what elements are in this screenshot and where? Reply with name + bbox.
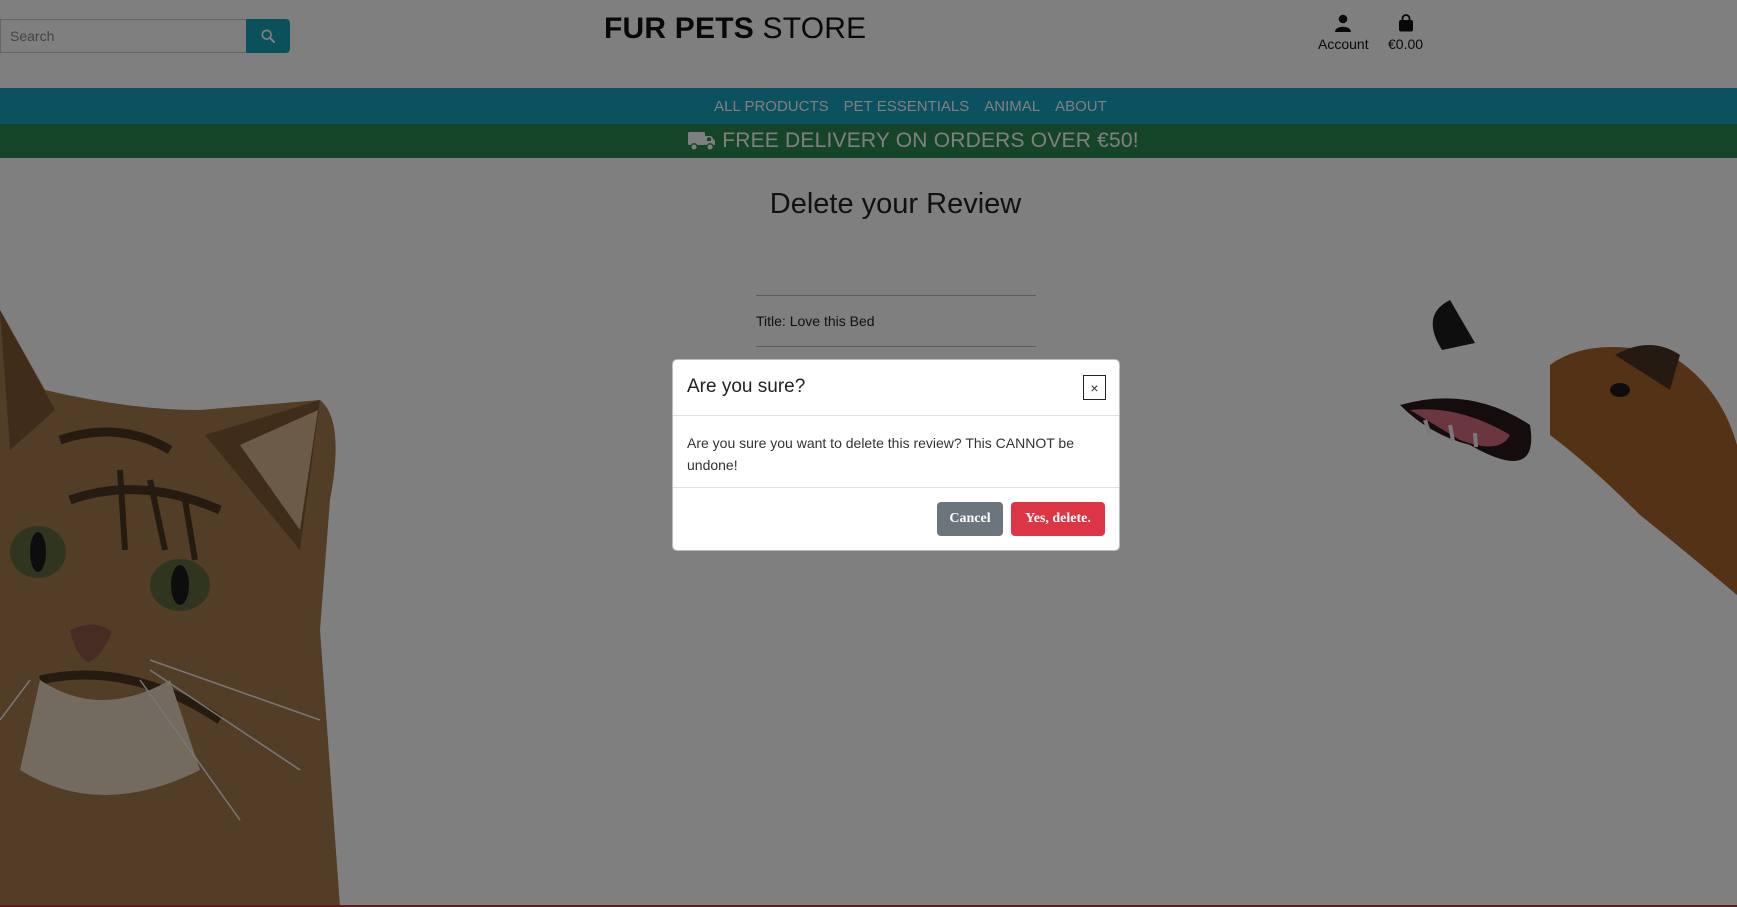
page: FUR PETS STORE Account €0.00 ALL PRODUCT… <box>0 0 1737 907</box>
close-button[interactable]: × <box>1083 375 1106 400</box>
modal-title: Are you sure? <box>687 376 806 397</box>
modal-body: Are you sure you want to delete this rev… <box>673 416 1119 488</box>
modal-header: Are you sure? × <box>673 360 1119 416</box>
modal-footer: Cancel Yes, delete. <box>673 488 1119 550</box>
confirm-delete-button[interactable]: Yes, delete. <box>1011 502 1105 536</box>
confirm-delete-modal: Are you sure? × Are you sure you want to… <box>672 359 1120 551</box>
cancel-button[interactable]: Cancel <box>937 502 1003 536</box>
